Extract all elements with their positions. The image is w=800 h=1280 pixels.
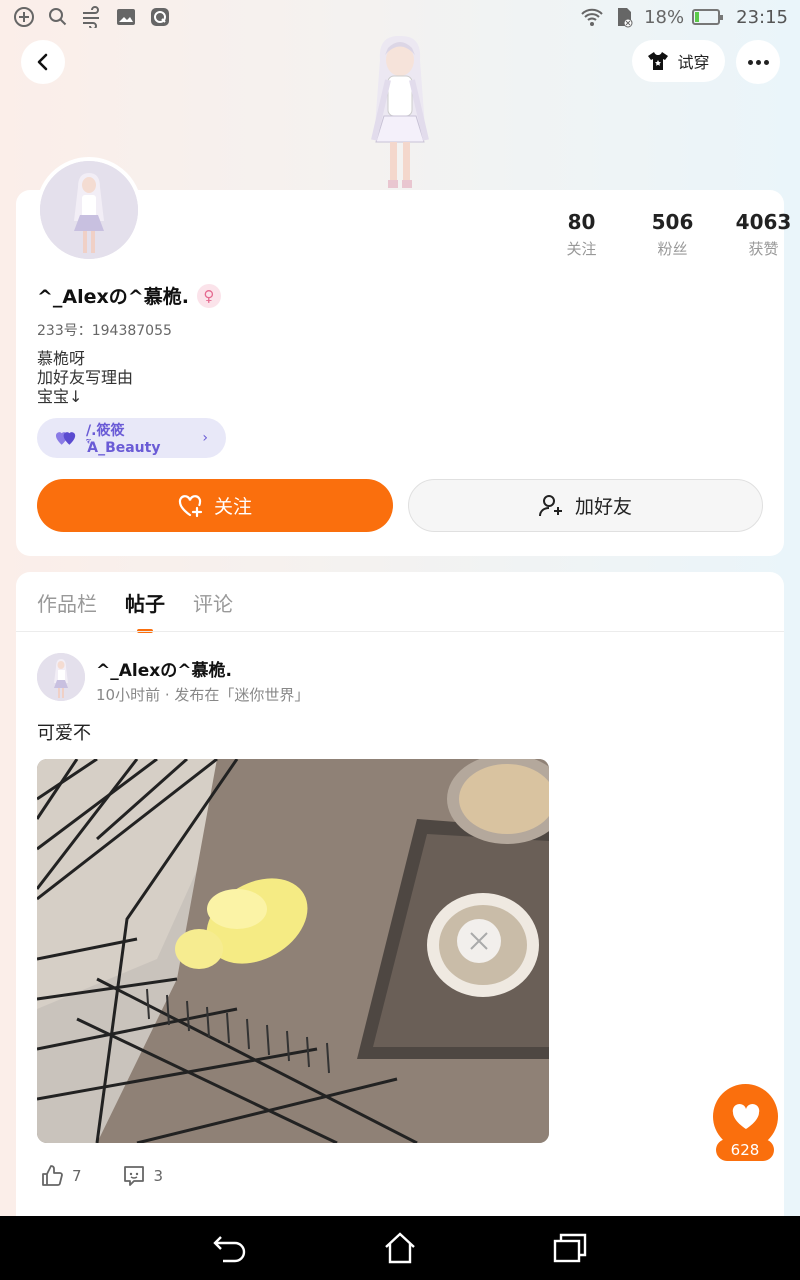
back-arrow-icon xyxy=(213,1236,246,1263)
add-friend-button[interactable]: 加好友 xyxy=(408,479,763,532)
more-dot xyxy=(747,59,753,65)
heart-icon xyxy=(732,1103,759,1129)
comment-icon xyxy=(123,1166,144,1186)
female-gender-icon: ♀ xyxy=(196,283,221,308)
nav-recents-button[interactable] xyxy=(552,1230,588,1266)
avatar-3d-figure xyxy=(350,30,450,192)
posts-section: 作品栏 帖子 评论 ^_Alexの^慕桅. 10小时前 · 发布在「迷你世界」 … xyxy=(16,572,784,1222)
divider xyxy=(16,631,784,632)
clock: 23:15 xyxy=(736,6,788,28)
stat-value: 80 xyxy=(567,210,596,234)
bio: 慕桅呀 加好友写理由 宝宝↓ xyxy=(37,349,133,406)
wifi-icon xyxy=(580,5,604,29)
nav-home-button[interactable] xyxy=(382,1230,418,1266)
post-author-avatar[interactable] xyxy=(37,653,85,701)
double-heart-icon xyxy=(55,432,76,445)
avatar[interactable] xyxy=(36,157,142,263)
user-id: 233号：194387055 xyxy=(37,323,172,339)
bio-line: 宝宝↓ xyxy=(37,387,83,406)
nickname: ^_Alexの^慕桅. xyxy=(37,286,189,308)
comment-count: 3 xyxy=(153,1167,164,1185)
sd-card-icon xyxy=(612,5,636,29)
couple-badge-link[interactable]: /.筱筱Ἇ_Beauty › xyxy=(37,418,226,458)
add-user-icon xyxy=(538,494,562,516)
chevron-right-icon: › xyxy=(202,430,208,446)
home-icon xyxy=(385,1232,415,1264)
floating-like-count: 628 xyxy=(716,1139,774,1161)
stat-label: 粉丝 xyxy=(657,240,688,258)
status-bar: 18% 23:15 xyxy=(0,0,800,34)
badge-label: /.筱筱Ἇ_Beauty xyxy=(86,423,161,456)
profile-card: 80 关注 506 粉丝 4063 获赞 ^_Alexの^慕桅. ♀ 233号：… xyxy=(16,190,791,556)
wind-icon xyxy=(80,5,104,29)
tshirt-icon xyxy=(648,52,669,70)
post-comment-button[interactable]: 3 xyxy=(122,1164,164,1188)
app-q-icon xyxy=(148,5,172,29)
battery-percent: 18% xyxy=(644,6,685,28)
stat-label: 获赞 xyxy=(748,240,779,258)
nav-back-button[interactable] xyxy=(212,1230,248,1266)
stat-value: 506 xyxy=(651,210,694,234)
search-icon xyxy=(46,5,70,29)
system-navigation-bar xyxy=(0,1216,800,1280)
post-author-name[interactable]: ^_Alexの^慕桅. xyxy=(96,656,232,681)
chevron-left-icon xyxy=(37,53,48,71)
like-count: 7 xyxy=(72,1167,82,1185)
post-image-duckling[interactable] xyxy=(37,759,549,1143)
post-like-button[interactable]: 7 xyxy=(40,1164,82,1188)
post-meta: 10小时前 · 发布在「迷你世界」 xyxy=(96,686,310,704)
nickname-row: ^_Alexの^慕桅. ♀ xyxy=(37,282,221,309)
stat-value: 4063 xyxy=(735,210,792,234)
add-circle-icon xyxy=(12,5,36,29)
battery-icon xyxy=(692,9,724,25)
back-button[interactable] xyxy=(21,40,65,84)
post-text: 可爱不 xyxy=(37,723,91,744)
stat-likes[interactable]: 4063 获赞 xyxy=(718,210,800,259)
thumbs-up-icon xyxy=(42,1165,63,1186)
profile-stats: 80 关注 506 粉丝 4063 获赞 xyxy=(536,210,800,259)
more-dot xyxy=(763,59,769,65)
image-icon xyxy=(114,5,138,29)
post-actions: 7 3 xyxy=(40,1164,163,1188)
recents-icon xyxy=(553,1233,587,1263)
notification-icons xyxy=(12,5,172,29)
follow-button[interactable]: 关注 xyxy=(37,479,393,532)
tab-posts[interactable]: 帖子 xyxy=(125,588,165,617)
stat-label: 关注 xyxy=(566,240,597,258)
profile-tabs: 作品栏 帖子 评论 xyxy=(37,588,233,617)
tab-comments[interactable]: 评论 xyxy=(193,588,233,617)
stat-fans[interactable]: 506 粉丝 xyxy=(627,210,718,259)
follow-label: 关注 xyxy=(213,496,252,518)
more-dot xyxy=(755,59,761,65)
bio-line: 慕桅呀 xyxy=(37,349,86,368)
heart-plus-icon xyxy=(178,494,203,517)
more-options-button[interactable] xyxy=(736,40,780,84)
try-on-button[interactable]: 试穿 xyxy=(632,40,725,82)
bio-line: 加好友写理由 xyxy=(37,368,134,387)
stat-following[interactable]: 80 关注 xyxy=(536,210,627,259)
tab-works[interactable]: 作品栏 xyxy=(37,588,97,617)
add-friend-label: 加好友 xyxy=(574,496,632,518)
try-on-label: 试穿 xyxy=(677,53,710,72)
